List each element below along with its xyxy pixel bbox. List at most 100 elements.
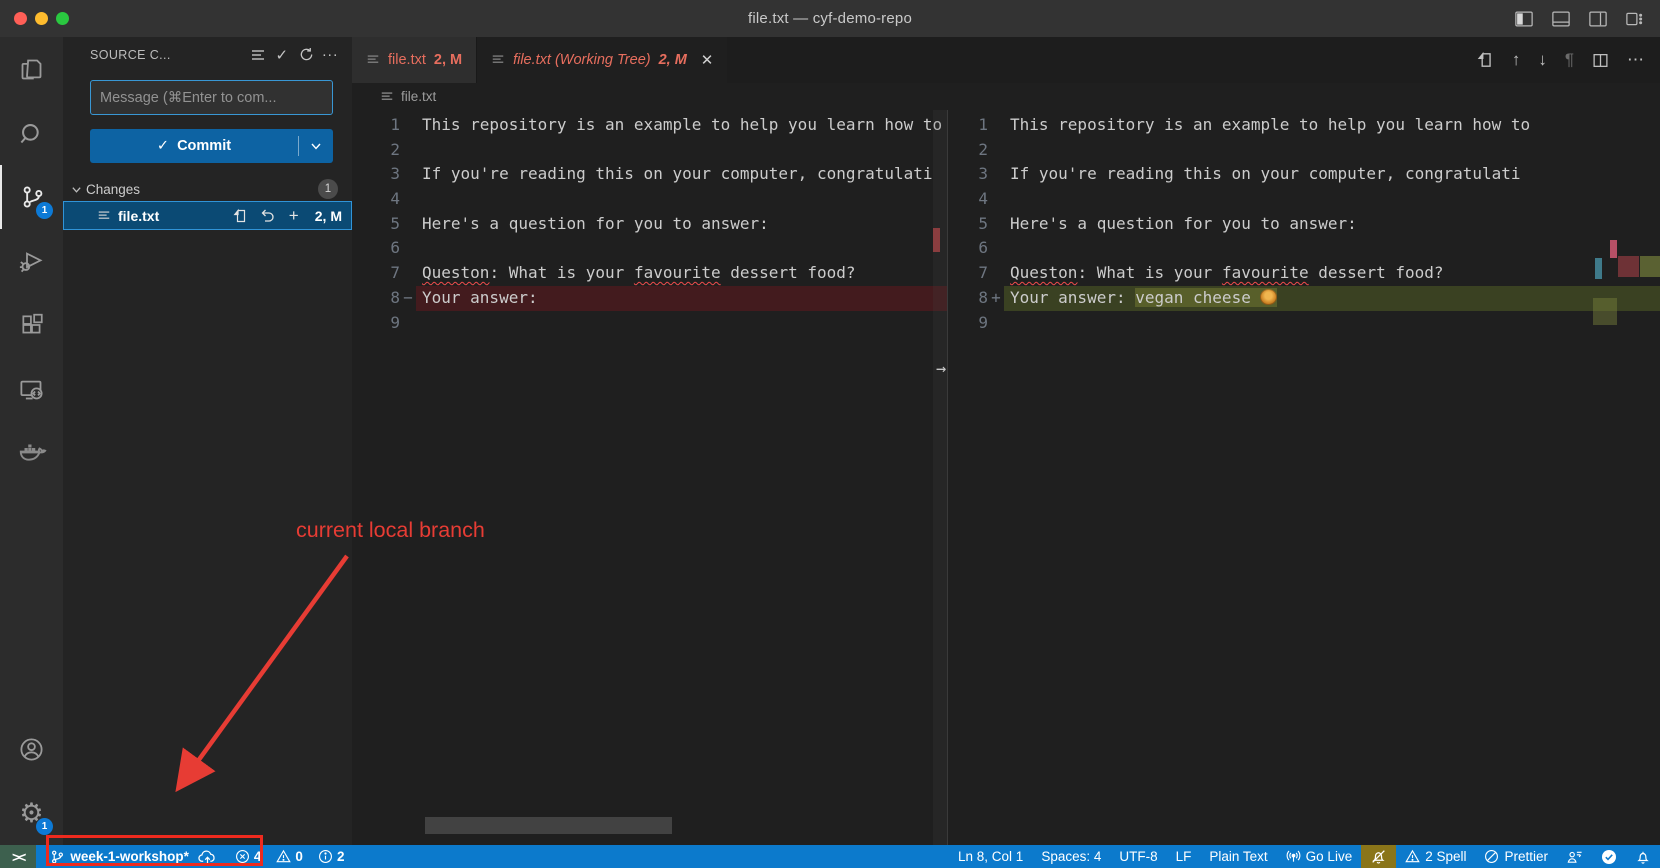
diff-sign <box>988 212 1004 237</box>
diff-line[interactable]: 1This repository is an example to help y… <box>948 113 1660 138</box>
language-mode[interactable]: Plain Text <box>1200 845 1276 868</box>
line-number: 8 <box>352 286 400 311</box>
editor-actions: ↑ ↓ ¶ ⋯ <box>1476 37 1660 83</box>
diff-sign <box>400 236 416 261</box>
diff-line[interactable]: 6 <box>948 236 1660 261</box>
diff-line[interactable]: 2 <box>948 138 1660 163</box>
commit-check-icon[interactable]: ✓ <box>270 43 294 67</box>
diff-line[interactable]: 1This repository is an example to help y… <box>352 113 947 138</box>
diff-line[interactable]: 9 <box>352 311 947 336</box>
commit-message-input[interactable]: Message (⌘Enter to com... <box>90 80 333 115</box>
diff-line[interactable]: 8+Your answer: vegan cheese <box>948 286 1660 311</box>
changed-file-row[interactable]: file.txt + 2, M <box>63 201 352 230</box>
spell-checker-status[interactable]: 2 Spell <box>1396 845 1475 868</box>
diff-revert-arrow-icon[interactable]: → <box>936 359 946 379</box>
diff-sign <box>988 236 1004 261</box>
toggle-panel-icon[interactable] <box>1549 7 1572 30</box>
refresh-icon[interactable] <box>294 43 318 67</box>
source-control-icon[interactable]: 1 <box>0 165 63 229</box>
remote-explorer-icon[interactable] <box>0 357 63 421</box>
left-vertical-scrollbar[interactable] <box>933 110 947 845</box>
text-segment: : What is your <box>489 263 634 282</box>
diff-line[interactable]: 4 <box>352 187 947 212</box>
diff-line[interactable]: 4 <box>948 187 1660 212</box>
line-number: 2 <box>352 138 400 163</box>
view-and-sort-icon[interactable] <box>246 43 270 67</box>
prettier-status[interactable]: Prettier <box>1475 845 1557 868</box>
run-and-debug-icon[interactable] <box>0 229 63 293</box>
line-content <box>1004 311 1660 336</box>
diff-line[interactable]: 7Queston: What is your favourite dessert… <box>948 261 1660 286</box>
check-icon: ✓ <box>157 138 169 154</box>
tab-file-txt-working-tree[interactable]: file.txt (Working Tree) 2, M ✕ <box>477 37 727 83</box>
diff-original-pane[interactable]: 1This repository is an example to help y… <box>352 110 947 845</box>
search-icon[interactable] <box>0 101 63 165</box>
split-editor-icon[interactable] <box>1592 52 1609 69</box>
toggle-primary-sidebar-icon[interactable] <box>1512 7 1535 30</box>
diff-line[interactable]: 6 <box>352 236 947 261</box>
diff-modified-pane[interactable]: 1This repository is an example to help y… <box>948 110 1660 845</box>
line-content <box>1004 187 1660 212</box>
encoding[interactable]: UTF-8 <box>1110 845 1166 868</box>
diff-line[interactable]: 5Here's a question for you to answer: <box>352 212 947 237</box>
cursor-position[interactable]: Ln 8, Col 1 <box>949 845 1032 868</box>
docker-icon[interactable] <box>0 421 63 485</box>
customize-layout-icon[interactable] <box>1623 7 1646 30</box>
eol-sequence[interactable]: LF <box>1167 845 1201 868</box>
layout-controls <box>1512 7 1646 30</box>
check-circle-icon <box>1601 849 1617 865</box>
line-content <box>416 311 947 336</box>
extensions-icon[interactable] <box>0 293 63 357</box>
diff-line[interactable]: 3If you're reading this on your computer… <box>948 162 1660 187</box>
changes-section-header[interactable]: Changes 1 <box>63 177 352 201</box>
breadcrumb[interactable]: file.txt <box>352 83 1660 110</box>
open-file-icon[interactable] <box>230 208 250 224</box>
tab-modified-badge: 2, M <box>659 52 687 68</box>
go-live-button[interactable]: Go Live <box>1277 845 1362 868</box>
overview-deleted-block <box>1618 256 1639 277</box>
stage-changes-icon[interactable]: + <box>284 206 304 226</box>
toggle-secondary-sidebar-icon[interactable] <box>1586 7 1609 30</box>
overview-added-line-mark <box>1593 298 1617 325</box>
discard-changes-icon[interactable] <box>257 208 277 224</box>
diff-line[interactable]: 8−Your answer: <box>352 286 947 311</box>
diff-line[interactable]: 2 <box>352 138 947 163</box>
diff-editor[interactable]: 1This repository is an example to help y… <box>352 110 1660 845</box>
open-changes-icon[interactable] <box>1476 51 1494 69</box>
warning-triangle-icon <box>1405 849 1420 864</box>
check-status-button[interactable] <box>1592 845 1626 868</box>
feedback-button[interactable] <box>1557 845 1592 868</box>
text-segment: dessert food? <box>1309 263 1444 282</box>
next-change-icon[interactable]: ↓ <box>1538 50 1547 70</box>
more-actions-icon[interactable]: ⋯ <box>1627 50 1644 70</box>
explorer-icon[interactable] <box>0 37 63 101</box>
tab-file-txt[interactable]: file.txt 2, M <box>352 37 477 83</box>
remote-indicator[interactable]: >< <box>0 845 36 868</box>
line-content <box>1004 138 1660 163</box>
toggle-whitespace-icon[interactable]: ¶ <box>1565 50 1574 70</box>
diff-line[interactable]: 5Here's a question for you to answer: <box>948 212 1660 237</box>
line-content: Your answer: vegan cheese <box>1004 286 1660 311</box>
commit-dropdown-button[interactable] <box>299 129 333 163</box>
line-number: 2 <box>948 138 988 163</box>
indentation[interactable]: Spaces: 4 <box>1032 845 1110 868</box>
changes-label: Changes <box>86 182 140 197</box>
line-number: 1 <box>948 113 988 138</box>
more-actions-icon[interactable]: ··· <box>318 43 342 67</box>
editor-region: file.txt 2, M file.txt (Working Tree) 2,… <box>352 37 1660 845</box>
previous-change-icon[interactable]: ↑ <box>1512 50 1521 70</box>
diff-line[interactable]: 7Queston: What is your favourite dessert… <box>352 261 947 286</box>
diff-sign <box>988 311 1004 336</box>
file-icon <box>491 53 505 67</box>
commit-button[interactable]: ✓ Commit <box>90 129 333 163</box>
horizontal-scrollbar[interactable] <box>425 817 672 834</box>
muted-notifications-segment[interactable] <box>1361 845 1396 868</box>
text-segment: Your answer: <box>1010 288 1135 307</box>
notifications-button[interactable] <box>1626 845 1660 868</box>
diff-line[interactable]: 3If you're reading this on your computer… <box>352 162 947 187</box>
line-number: 3 <box>352 162 400 187</box>
accounts-icon[interactable] <box>0 717 63 781</box>
diff-line[interactable]: 9 <box>948 311 1660 336</box>
diff-sign <box>988 187 1004 212</box>
close-tab-icon[interactable]: ✕ <box>701 51 714 69</box>
